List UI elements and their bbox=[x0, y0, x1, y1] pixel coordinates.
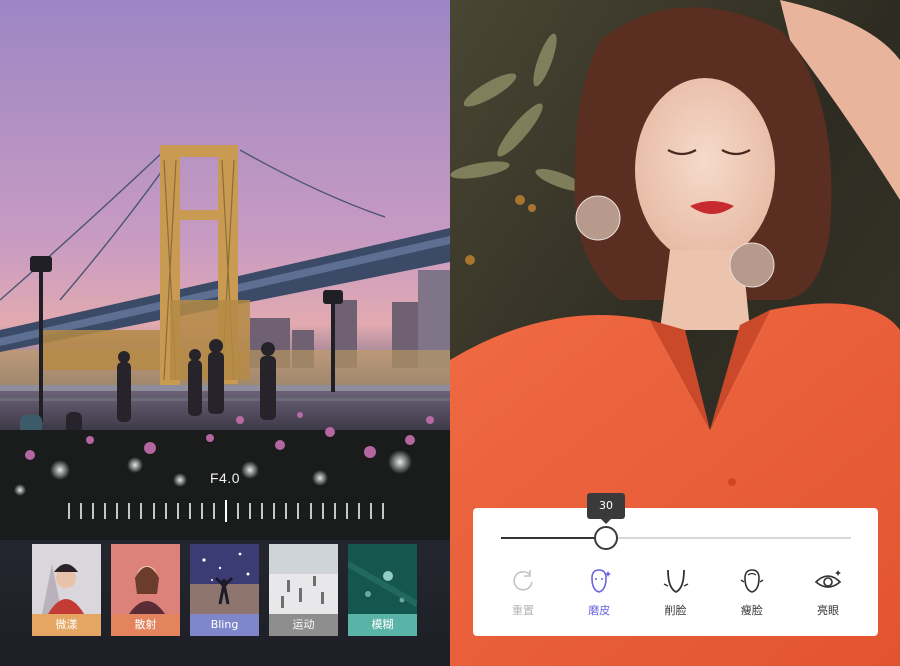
aperture-tick-selected bbox=[225, 500, 227, 522]
beauty-tools-panel: 30 重置 磨皮 削脸 瘦脸 亮眼 bbox=[473, 493, 878, 636]
tool-label: 亮眼 bbox=[817, 604, 839, 617]
slider-fill bbox=[501, 537, 606, 539]
aperture-tick bbox=[370, 503, 372, 519]
tool-label: 削脸 bbox=[664, 604, 687, 617]
aperture-tick bbox=[249, 503, 251, 519]
aperture-tick bbox=[261, 503, 263, 519]
aperture-tick bbox=[116, 503, 118, 519]
thin-face-icon bbox=[740, 569, 764, 593]
filter-thumbnail bbox=[269, 544, 338, 614]
bridge-photo bbox=[0, 0, 450, 540]
aperture-tick bbox=[322, 503, 324, 519]
aperture-tick bbox=[80, 503, 82, 519]
tool-label: 瘦脸 bbox=[740, 604, 763, 617]
tool-bright-eye[interactable]: 亮眼 bbox=[790, 566, 866, 622]
beauty-intensity-slider[interactable]: 30 bbox=[501, 493, 851, 550]
aperture-tick bbox=[273, 503, 275, 519]
aperture-tick bbox=[68, 503, 70, 519]
filter-weiyang[interactable]: 微漾 bbox=[32, 544, 101, 636]
aperture-tick bbox=[346, 503, 348, 519]
filter-thumbnail bbox=[190, 544, 259, 614]
tool-slim-jaw[interactable]: 削脸 bbox=[638, 566, 714, 622]
tool-label: 磨皮 bbox=[588, 604, 611, 617]
filter-thumbnail bbox=[111, 544, 180, 614]
filter-label: Bling bbox=[190, 614, 259, 636]
aperture-tick bbox=[334, 503, 336, 519]
filter-sanshe[interactable]: 散射 bbox=[111, 544, 180, 636]
aperture-tick bbox=[310, 503, 312, 519]
beauty-tool-bar: 重置 磨皮 削脸 瘦脸 亮眼 bbox=[485, 566, 866, 622]
filter-label: 散射 bbox=[111, 614, 180, 636]
aperture-editor-panel: F4.0 微漾 散射 Bling 运动 模糊 bbox=[0, 0, 450, 666]
filter-label: 微漾 bbox=[32, 614, 101, 636]
aperture-tick bbox=[140, 503, 142, 519]
filter-thumbnail bbox=[348, 544, 417, 614]
filter-strip: 微漾 散射 Bling 运动 模糊 bbox=[32, 544, 418, 636]
aperture-tick bbox=[189, 503, 191, 519]
aperture-tick bbox=[213, 503, 215, 519]
aperture-tick bbox=[358, 503, 360, 519]
tool-thin-face[interactable]: 瘦脸 bbox=[714, 566, 790, 622]
filter-mohu[interactable]: 模糊 bbox=[348, 544, 417, 636]
slider-value-tooltip: 30 bbox=[587, 493, 625, 524]
filter-yundong[interactable]: 运动 bbox=[269, 544, 338, 636]
aperture-scale-slider[interactable] bbox=[68, 500, 384, 522]
aperture-value: F4.0 bbox=[209, 470, 240, 486]
filter-thumbnail bbox=[32, 544, 101, 614]
aperture-tick bbox=[128, 503, 130, 519]
aperture-tick bbox=[165, 503, 167, 519]
filter-bling[interactable]: Bling bbox=[190, 544, 259, 636]
slim-jaw-icon bbox=[663, 569, 688, 594]
aperture-tick bbox=[237, 503, 239, 519]
aperture-tick bbox=[201, 503, 203, 519]
bright-eye-icon bbox=[814, 570, 842, 588]
aperture-tick bbox=[297, 503, 299, 519]
smooth-skin-icon bbox=[591, 569, 612, 593]
tool-label: 重置 bbox=[512, 604, 534, 617]
tool-smooth-skin[interactable]: 磨皮 bbox=[561, 566, 637, 622]
aperture-tick bbox=[92, 503, 94, 519]
filter-label: 模糊 bbox=[348, 614, 417, 636]
aperture-tick bbox=[153, 503, 155, 519]
aperture-tick bbox=[285, 503, 287, 519]
tool-reset[interactable]: 重置 bbox=[485, 566, 561, 622]
aperture-tick bbox=[382, 503, 384, 519]
slider-knob[interactable] bbox=[594, 526, 618, 550]
reset-icon bbox=[513, 570, 533, 591]
aperture-tick bbox=[104, 503, 106, 519]
aperture-tick bbox=[177, 503, 179, 519]
filter-label: 运动 bbox=[269, 614, 338, 636]
